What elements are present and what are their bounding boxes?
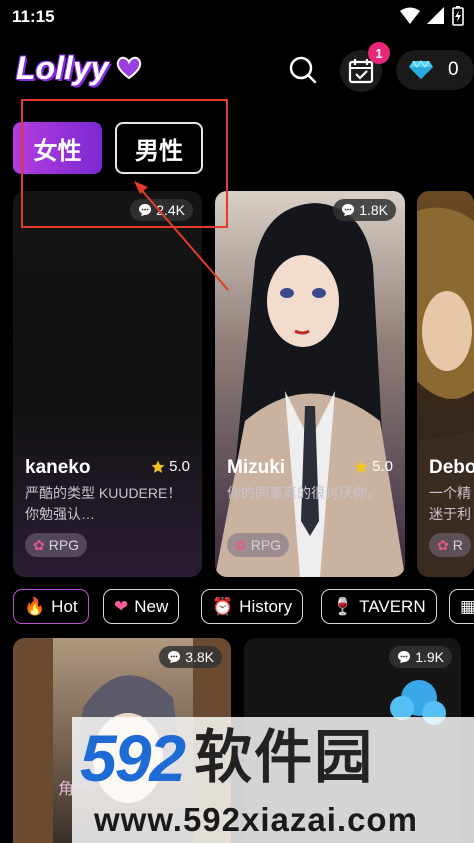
category-history[interactable]: ⏰ History bbox=[201, 589, 304, 624]
chat-count-badge: 1.8K bbox=[333, 199, 396, 221]
character-description: 你的同事真的很讨厌你。 bbox=[227, 485, 381, 501]
genre-label: RPG bbox=[48, 537, 80, 553]
status-bar: 11:15 bbox=[0, 0, 474, 34]
character-description: 严酷的类型 KUUDERE！你勉强认… bbox=[25, 485, 182, 522]
category-label: TAVERN bbox=[359, 596, 426, 616]
chat-count-badge: 2.4K bbox=[130, 199, 193, 221]
genre-tag: ✿ RPG bbox=[227, 533, 290, 557]
character-card-debo[interactable]: Debo 一个精迷于利 ✿ R bbox=[417, 191, 474, 577]
character-description: 一个精迷于利 bbox=[429, 485, 471, 522]
chat-count: 3.8K bbox=[185, 649, 214, 665]
signal-icon bbox=[427, 7, 444, 24]
genre-icon: ✿ bbox=[235, 536, 247, 553]
chat-bubble-icon bbox=[168, 651, 181, 663]
character-name: kaneko bbox=[25, 457, 91, 478]
calendar-check-icon bbox=[348, 59, 374, 84]
category-label: History bbox=[239, 596, 293, 616]
rating-value: 5.0 bbox=[169, 458, 190, 475]
heart-logo-icon bbox=[116, 56, 142, 80]
category-hot[interactable]: 🔥 Hot bbox=[13, 589, 89, 624]
genre-label: RPG bbox=[250, 537, 282, 553]
chat-count: 2.4K bbox=[156, 202, 185, 218]
star-icon bbox=[354, 460, 368, 473]
genre-icon: ✿ bbox=[437, 536, 449, 553]
notification-badge: 1 bbox=[368, 42, 390, 64]
wifi-icon bbox=[400, 7, 420, 24]
site-watermark: 592 软件园 www.592xiazai.com bbox=[72, 717, 474, 843]
chat-bubble-icon bbox=[398, 651, 411, 663]
genre-tag: ✿ RPG bbox=[25, 533, 88, 557]
character-card-kaneko[interactable]: 2.4K kaneko 5.0 严酷的类型 KUUDERE！你勉强认… ✿ RP… bbox=[13, 191, 202, 577]
category-new[interactable]: ❤ New bbox=[103, 589, 180, 624]
chat-count-badge: 1.9K bbox=[389, 646, 452, 668]
diamond-icon bbox=[409, 60, 433, 79]
character-card-mizuki[interactable]: 1.8K Mizuki 5.0 你的同事真的很讨厌你。 ✿ RPG bbox=[215, 191, 405, 577]
clock-icon: ⏰ bbox=[212, 596, 234, 616]
character-portrait-image bbox=[215, 203, 405, 577]
watermark-name: 软件园 bbox=[194, 725, 375, 790]
watermark-url: www.592xiazai.com bbox=[94, 801, 418, 838]
genre-label: R bbox=[452, 537, 463, 553]
search-button[interactable] bbox=[285, 52, 321, 88]
daily-checkin-button[interactable]: 1 bbox=[340, 42, 390, 92]
status-icons bbox=[400, 6, 464, 26]
character-rating: 5.0 bbox=[151, 458, 190, 475]
category-more[interactable]: ▦ bbox=[449, 589, 474, 624]
tab-male[interactable]: 男性 bbox=[115, 122, 203, 174]
category-filter-row: 🔥 Hot ❤ New ⏰ History 🍷 TAVERN ▦ bbox=[0, 589, 474, 625]
watermark-title: 592 软件园 bbox=[80, 723, 470, 793]
gem-count: 0 bbox=[448, 59, 459, 80]
search-icon bbox=[289, 56, 317, 84]
category-tavern[interactable]: 🍷 TAVERN bbox=[321, 589, 437, 624]
gender-tabs: 女性 男性 bbox=[0, 118, 474, 178]
status-time: 11:15 bbox=[12, 7, 55, 26]
character-rating: 5.0 bbox=[354, 458, 393, 475]
chat-count: 1.9K bbox=[415, 649, 444, 665]
category-label: Hot bbox=[51, 596, 78, 616]
wine-icon: 🍷 bbox=[332, 596, 354, 616]
gem-balance-button[interactable]: 0 bbox=[396, 50, 474, 90]
battery-icon bbox=[452, 6, 464, 26]
character-name: Debo bbox=[429, 457, 474, 478]
genre-tag: ✿ R bbox=[429, 533, 471, 557]
chat-count: 1.8K bbox=[359, 202, 388, 218]
rating-value: 5.0 bbox=[372, 458, 393, 475]
character-name: Mizuki bbox=[227, 457, 286, 478]
more-category-icon: ▦ bbox=[460, 596, 474, 616]
chat-bubble-icon bbox=[342, 204, 355, 216]
tab-female[interactable]: 女性 bbox=[13, 122, 102, 174]
fire-icon: 🔥 bbox=[24, 596, 46, 616]
chat-count-badge: 3.8K bbox=[159, 646, 222, 668]
app-header: Lollyy 1 0 bbox=[0, 40, 474, 100]
category-label: New bbox=[134, 596, 169, 616]
star-icon bbox=[151, 460, 165, 473]
chat-bubble-icon bbox=[139, 204, 152, 216]
heart-icon: ❤ bbox=[114, 596, 129, 616]
watermark-digits: 592 bbox=[80, 721, 186, 795]
app-logo: Lollyy bbox=[16, 50, 109, 86]
genre-icon: ✿ bbox=[33, 536, 45, 553]
